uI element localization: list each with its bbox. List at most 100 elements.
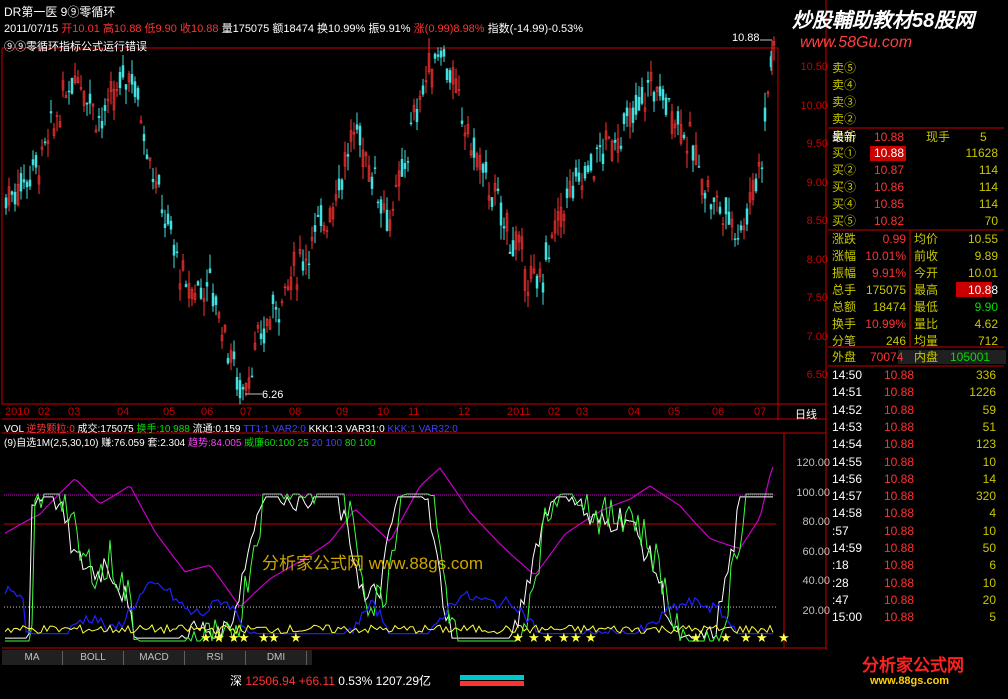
date-tick: 06 [712, 406, 725, 418]
stat-value: 18474 [872, 300, 906, 314]
tick-volume: 20 [982, 592, 996, 607]
bid-price: 10.88 [874, 146, 905, 160]
close: 收10.88 [179, 23, 219, 35]
stat-label: 最低 [914, 300, 939, 314]
tick-row: :18 10.88 6 [830, 557, 1002, 574]
indicator-tick: 20.00 [802, 604, 830, 617]
stats-row: 振幅 9.91% 今开 10.01 [830, 265, 1002, 282]
tab-rsi[interactable]: RSI [185, 651, 246, 665]
candle-body [754, 178, 758, 192]
amplitude: 振9.91% [368, 23, 411, 35]
tick-volume: 10 [982, 575, 996, 590]
signal-star: ★ [585, 631, 597, 646]
candle-body [415, 108, 419, 123]
tick-row: 14:57 10.88 320 [830, 488, 1002, 505]
date-tick: 04 [117, 406, 130, 418]
stat-value: 10.01% [865, 249, 906, 263]
candle-body [739, 225, 743, 231]
tick-volume: 51 [982, 419, 996, 434]
status-bar: 深 12506.94 +66.11 0.53% 1207.29亿 [230, 672, 431, 689]
status-delta: +66.11 [298, 674, 335, 688]
open: 开10.01 [61, 23, 100, 35]
tick-price: 10.88 [884, 523, 915, 538]
period-label[interactable]: 日线 [795, 406, 817, 422]
bid-price: 10.82 [874, 214, 905, 228]
indicator-field: 威廉60:100 [244, 438, 295, 449]
indicator-field: 赚:76.059 [101, 438, 145, 449]
candle-body [709, 204, 713, 210]
candle-body [376, 201, 380, 204]
candle-body [421, 85, 425, 95]
candle-body [448, 70, 452, 83]
tab-ma[interactable]: MA [2, 651, 63, 665]
candle-body [277, 319, 281, 323]
price-tick: 9.00 [806, 176, 828, 189]
candle-body [70, 77, 74, 94]
candle-body [496, 188, 500, 192]
stat-label: 分笔 [832, 334, 857, 348]
candle-body [28, 179, 32, 187]
date-tick: 05 [668, 406, 681, 418]
tab-dmi[interactable]: DMI [246, 651, 307, 665]
candle-body [262, 328, 266, 344]
outer-inner-row: 外盘 70074 内盘 105001 [830, 349, 1002, 366]
stats-row: 总手 175075 最高 10.88 [830, 282, 1002, 299]
inner-label: 内盘 [914, 350, 939, 364]
candle-body [169, 220, 173, 230]
vol-legend: VOL 逆势颗粒:0 成交:175075 换手:10.988 流通:0.159 … [4, 420, 458, 435]
candle-body [130, 74, 134, 85]
tab-boll[interactable]: BOLL [63, 651, 124, 665]
date-tick: 11 [408, 406, 420, 418]
low-label: 6.26 [262, 389, 284, 401]
candle-body [259, 333, 263, 339]
candlestick-series [4, 36, 776, 405]
date-tick: 02 [548, 406, 561, 418]
candle-body [712, 197, 716, 202]
bid-label: 买③ [832, 180, 857, 194]
candle-body [601, 153, 605, 165]
bid-volume: 70 [984, 214, 998, 228]
bid-label: 买② [832, 163, 857, 177]
tick-volume: 50 [982, 541, 996, 555]
stock-title: DR第一医 9⑨零循环 [4, 5, 116, 19]
candle-body [88, 93, 92, 104]
bid-row: 买① 10.88 11628 [830, 145, 1002, 162]
candle-body [736, 238, 740, 240]
candle-body [640, 87, 644, 104]
tab-macd[interactable]: MACD [124, 651, 185, 665]
candle-body [409, 122, 413, 125]
ask-row: 卖③ [830, 94, 1002, 111]
bid-label: 买④ [832, 197, 857, 211]
stat-value: 4.62 [974, 317, 998, 331]
date-tick: 08 [289, 406, 302, 418]
tick-price: 10.88 [884, 454, 915, 469]
ask-label: 卖③ [832, 95, 857, 109]
signal-star: ★ [570, 631, 582, 646]
candle-body [583, 165, 587, 179]
bid-price: 10.85 [874, 197, 905, 211]
candle-body [547, 257, 551, 259]
candle-body [31, 159, 35, 166]
stat-label: 最高 [914, 283, 939, 297]
date-tick: 07 [240, 406, 253, 418]
candle-body [511, 240, 515, 257]
status-pct: 0.53% [338, 674, 373, 688]
candle-body [571, 185, 575, 199]
price-tick: 7.50 [806, 292, 828, 304]
tick-price: 10.88 [884, 419, 915, 434]
price-tick: 8.50 [806, 215, 828, 227]
tick-time: :47 [832, 592, 849, 607]
bid-row: 买② 10.87 114 [830, 162, 1002, 179]
candle-body [667, 97, 671, 100]
status-amount: 1207.29亿 [375, 674, 432, 688]
candle-body [145, 154, 149, 160]
candle-body [85, 102, 89, 105]
candle-body [160, 209, 164, 214]
tick-time: 14:55 [832, 454, 863, 469]
tick-volume: 10 [982, 454, 996, 469]
price-tick: 10.00 [800, 99, 828, 112]
stat-value: 10.88 [967, 283, 998, 297]
tick-price: 10.88 [884, 471, 915, 486]
candle-body [238, 380, 242, 399]
stat-label: 涨幅 [832, 249, 857, 263]
